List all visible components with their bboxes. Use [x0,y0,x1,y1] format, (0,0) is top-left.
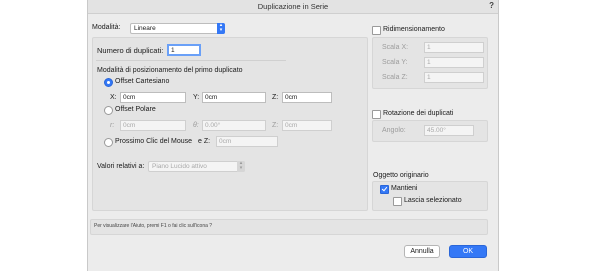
mouse-click-radio[interactable] [104,138,113,147]
positioning-heading: Modalità di posizionamento del primo dup… [97,67,243,74]
relative-value: Piano Lucido attivo [152,163,207,170]
count-input[interactable]: 1 [167,44,201,56]
cartesian-y-input[interactable]: 0cm [202,92,266,103]
scale-z-label: Scala Z: [382,74,408,81]
resize-label: Ridimensionamento [383,26,445,33]
rotation-label: Rotazione dei duplicati [383,110,454,117]
polar-z-input[interactable]: 0cm [282,120,332,131]
cartesian-x-label: X: [110,94,117,101]
help-icon[interactable]: ? [489,1,494,10]
scale-z-input[interactable]: 1 [424,72,484,83]
keep-label: Mantieni [391,185,418,192]
mouse-z-label: e Z: [198,138,211,145]
cartesian-label: Offset Cartesiano [115,78,170,85]
scale-x-input[interactable]: 1 [424,42,484,53]
relative-select[interactable]: Piano Lucido attivo ▴ ▾ [148,161,245,172]
scale-x-label: Scala X: [382,44,409,51]
original-heading: Oggetto originario [373,172,429,179]
rotation-checkbox[interactable] [372,110,381,119]
cartesian-x-input[interactable]: 0cm [120,92,186,103]
cancel-button[interactable]: Annulla [404,245,440,258]
cartesian-y-label: Y: [193,94,200,101]
relative-label: Valori relativi a: [97,163,145,170]
angle-label: Angolo: [382,127,406,134]
dropdown-arrow-icon: ▴ ▾ [237,161,245,172]
polar-z-label: Z: [272,122,279,129]
cartesian-radio[interactable] [104,78,113,87]
angle-input[interactable]: 45.00° [424,125,474,136]
leave-selected-checkbox[interactable] [393,197,402,206]
window-title: Duplicazione in Serie [257,2,329,11]
mouse-z-input[interactable]: 0cm [216,136,278,147]
cartesian-z-input[interactable]: 0cm [282,92,332,103]
mouse-click-label: Prossimo Clic del Mouse [115,138,193,145]
polar-radio[interactable] [104,106,113,115]
dropdown-arrow-icon: ▴ ▾ [217,23,225,34]
polar-r-label: r: [110,122,115,129]
ok-button[interactable]: OK [449,245,487,258]
help-text: Per visualizzare l'Aiuto, premi F1 o fai… [94,223,213,229]
polar-theta-label: θ: [193,122,199,129]
count-label: Numero di duplicati: [97,46,164,55]
divider [96,60,286,61]
polar-label: Offset Polare [115,106,156,113]
mode-value: Lineare [134,25,156,32]
resize-checkbox[interactable] [372,26,381,35]
cartesian-z-label: Z: [272,94,279,101]
polar-theta-input[interactable]: 0.00° [202,120,266,131]
original-panel [372,181,488,211]
scale-y-input[interactable]: 1 [424,57,484,68]
title-bar[interactable]: Duplicazione in Serie ? [88,0,498,14]
scale-y-label: Scala Y: [382,59,408,66]
leave-selected-label: Lascia selezionato [404,197,462,204]
dialog-window: Duplicazione in Serie ? Modalità: Linear… [88,0,498,271]
mode-select[interactable]: Lineare ▴ ▾ [130,23,225,34]
polar-r-input[interactable]: 0cm [120,120,186,131]
keep-checkbox[interactable] [380,185,389,194]
mode-label: Modalità: [92,24,121,31]
